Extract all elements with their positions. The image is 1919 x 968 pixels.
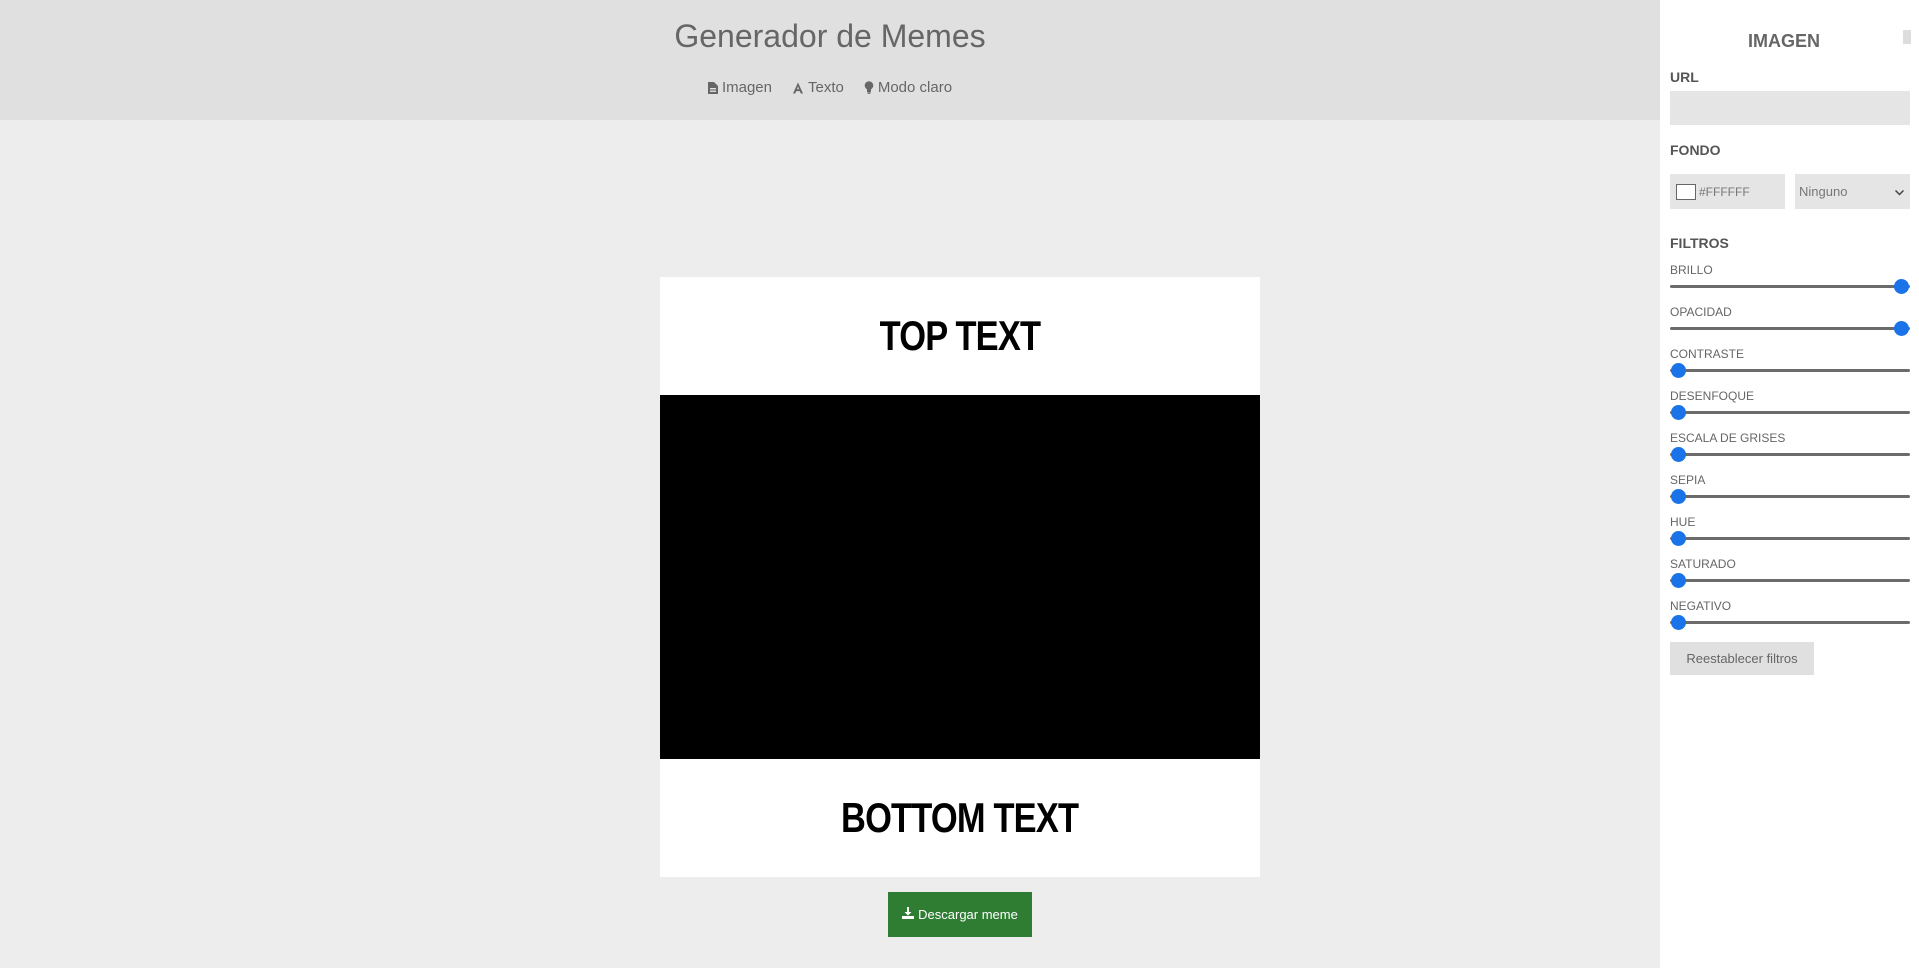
slider-thumb[interactable] — [1671, 447, 1686, 462]
nav-texto[interactable]: Texto — [792, 79, 844, 96]
slider-sepia[interactable] — [1670, 488, 1910, 504]
slider-track — [1670, 453, 1910, 456]
download-icon — [902, 907, 915, 922]
nav-modo-claro[interactable]: Modo claro — [864, 79, 952, 96]
slider-thumb[interactable] — [1671, 615, 1686, 630]
filter-label-hue: HUE — [1670, 515, 1696, 529]
slider-thumb[interactable] — [1671, 531, 1686, 546]
filter-label-negativo: NEGATIVO — [1670, 599, 1732, 613]
nav-texto-label: Texto — [807, 79, 844, 96]
font-icon — [792, 82, 804, 94]
lightbulb-icon — [864, 81, 874, 94]
filter-label-saturado: SATURADO — [1670, 557, 1736, 571]
meme-bottom-box: BOTTOM TEXT — [660, 759, 1260, 877]
slider-track — [1670, 579, 1910, 582]
slider-track — [1670, 495, 1910, 498]
slider-thumb[interactable] — [1671, 405, 1686, 420]
filter-label-escala-de-grises: ESCALA DE GRISES — [1670, 431, 1786, 445]
blend-mode-select[interactable]: Ninguno — [1795, 174, 1910, 209]
panel-title: IMAGEN — [1748, 31, 1820, 51]
slider-contraste[interactable] — [1670, 362, 1910, 378]
slider-track — [1670, 621, 1910, 624]
slider-track — [1670, 537, 1910, 540]
slider-thumb[interactable] — [1671, 363, 1686, 378]
meme-image — [660, 395, 1260, 759]
slider-negativo[interactable] — [1670, 614, 1910, 630]
url-input[interactable] — [1670, 91, 1910, 125]
filter-label-contraste: CONTRASTE — [1670, 347, 1745, 361]
app-title: Generador de Memes — [674, 18, 986, 54]
file-image-icon — [707, 81, 718, 94]
nav-imagen-label: Imagen — [721, 79, 772, 96]
slider-track — [1670, 327, 1910, 330]
meme-canvas: TOP TEXT BOTTOM TEXT — [660, 277, 1260, 877]
chevron-down-icon — [1894, 184, 1905, 199]
slider-track — [1670, 411, 1910, 414]
nav: Imagen Texto Modo claro — [0, 79, 1660, 96]
slider-hue[interactable] — [1670, 530, 1910, 546]
slider-thumb[interactable] — [1894, 321, 1909, 336]
filtros-label: FILTROS — [1670, 235, 1729, 251]
download-button[interactable]: Descargar meme — [888, 892, 1032, 937]
meme-top-box: TOP TEXT — [660, 277, 1260, 395]
filter-label-desenfoque: DESENFOQUE — [1670, 389, 1755, 403]
slider-escala-de-grises[interactable] — [1670, 446, 1910, 462]
nav-modo-claro-label: Modo claro — [877, 79, 953, 96]
slider-track — [1670, 369, 1910, 372]
nav-imagen[interactable]: Imagen — [707, 79, 772, 96]
slider-thumb[interactable] — [1671, 573, 1686, 588]
meme-bottom-text: BOTTOM TEXT — [841, 794, 1079, 841]
meme-top-text: TOP TEXT — [879, 312, 1041, 359]
slider-brillo[interactable] — [1670, 278, 1910, 294]
blend-mode-value: Ninguno — [1799, 184, 1848, 199]
url-label: URL — [1670, 69, 1699, 85]
slider-saturado[interactable] — [1670, 572, 1910, 588]
color-swatch — [1676, 183, 1696, 200]
bg-color-value: #FFFFFF — [1699, 184, 1750, 199]
reset-filters-button[interactable]: Reestablecer filtros — [1670, 642, 1814, 675]
download-label: Descargar meme — [918, 907, 1018, 922]
filter-label-sepia: SEPIA — [1670, 473, 1706, 487]
slider-thumb[interactable] — [1671, 489, 1686, 504]
bg-color-picker[interactable]: #FFFFFF — [1670, 174, 1785, 209]
slider-desenfoque[interactable] — [1670, 404, 1910, 420]
header: Generador de Memes Imagen Texto Modo cla… — [0, 0, 1660, 120]
slider-thumb[interactable] — [1894, 279, 1909, 294]
filter-label-opacidad: OPACIDAD — [1670, 305, 1732, 319]
slider-opacidad[interactable] — [1670, 320, 1910, 336]
slider-track — [1670, 285, 1910, 288]
main-area: TOP TEXT BOTTOM TEXT Descargar meme — [0, 120, 1660, 968]
filter-label-brillo: BRILLO — [1670, 263, 1713, 277]
fondo-label: FONDO — [1670, 142, 1721, 158]
